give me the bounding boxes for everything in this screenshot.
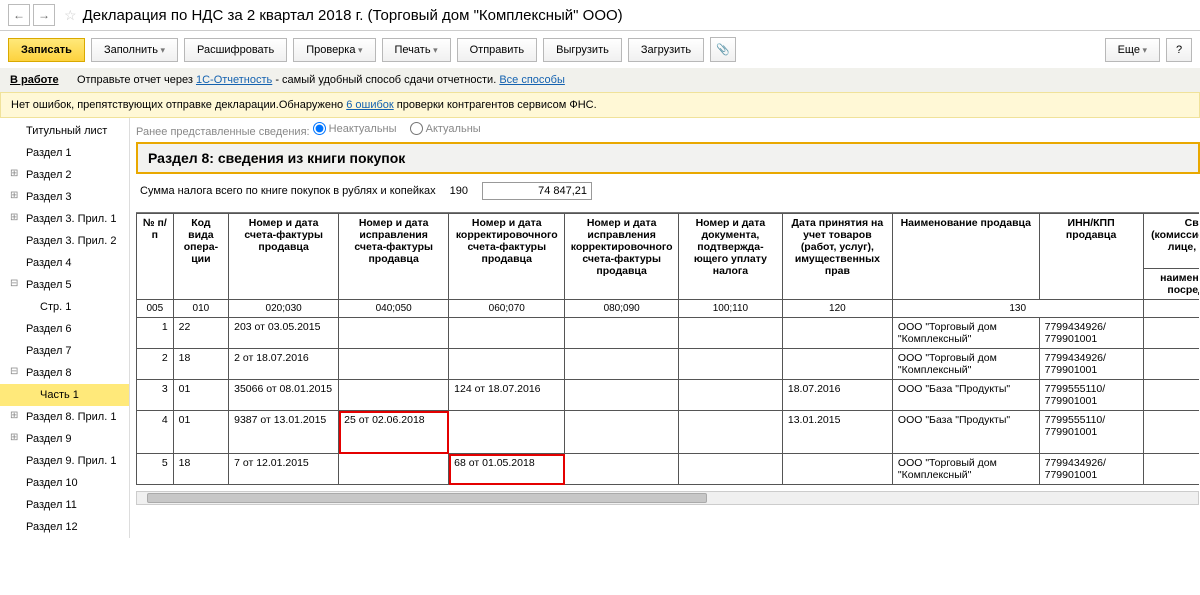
tab-label[interactable]: В работе — [10, 74, 59, 86]
sidebar-item-16[interactable]: Раздел 10 — [0, 472, 129, 494]
sidebar-item-7[interactable]: Раздел 5 — [0, 274, 129, 296]
table-row[interactable]: 30135066 от 08.01.2015124 от 18.07.20161… — [137, 380, 1200, 411]
info-strip: В работе Отправьте отчет через 1С-Отчетн… — [0, 68, 1200, 92]
sidebar-item-3[interactable]: Раздел 3 — [0, 186, 129, 208]
relevance-row: Ранее представленные сведения: Неактуаль… — [136, 122, 1200, 138]
sidebar-item-13[interactable]: Раздел 8. Прил. 1 — [0, 406, 129, 428]
horizontal-scrollbar[interactable] — [136, 491, 1199, 505]
sum-label: Сумма налога всего по книге покупок в ру… — [140, 185, 436, 197]
send-button[interactable]: Отправить — [457, 38, 538, 62]
link-all-methods[interactable]: Все способы — [499, 74, 565, 86]
print-button[interactable]: Печать — [382, 38, 451, 62]
radio-actual[interactable] — [410, 122, 423, 135]
sidebar-item-14[interactable]: Раздел 9 — [0, 428, 129, 450]
link-1c[interactable]: 1С-Отчетность — [196, 74, 272, 86]
help-button[interactable]: ? — [1166, 38, 1192, 62]
sidebar-item-15[interactable]: Раздел 9. Прил. 1 — [0, 450, 129, 472]
attach-icon[interactable]: 📎 — [710, 37, 736, 62]
table-scroll[interactable]: № п/п Код вида опера­ции Номер и дата сч… — [136, 212, 1199, 485]
sidebar-item-11[interactable]: Раздел 8 — [0, 362, 129, 384]
write-button[interactable]: Записать — [8, 38, 85, 62]
table-row[interactable]: 2182 от 18.07.2016ООО "Торговый дом "Ком… — [137, 349, 1200, 380]
nav-forward-button[interactable]: → — [33, 4, 55, 26]
sidebar-item-18[interactable]: Раздел 12 — [0, 516, 129, 538]
decode-button[interactable]: Расшифровать — [184, 38, 287, 62]
radio-not-actual[interactable] — [313, 122, 326, 135]
purchases-table: № п/п Код вида опера­ции Номер и дата сч… — [136, 213, 1199, 485]
sidebar-item-17[interactable]: Раздел 11 — [0, 494, 129, 516]
link-errors[interactable]: 6 ошибок — [346, 99, 394, 111]
sidebar-item-8[interactable]: Стр. 1 — [0, 296, 129, 318]
sidebar-item-10[interactable]: Раздел 7 — [0, 340, 129, 362]
check-button[interactable]: Проверка — [293, 38, 375, 62]
table-row[interactable]: 5187 от 12.01.201568 от 01.05.2018ООО "Т… — [137, 454, 1200, 485]
page-title: Декларация по НДС за 2 квартал 2018 г. (… — [83, 7, 623, 24]
export-button[interactable]: Выгрузить — [543, 38, 622, 62]
sidebar-item-4[interactable]: Раздел 3. Прил. 1 — [0, 208, 129, 230]
sidebar-item-6[interactable]: Раздел 4 — [0, 252, 129, 274]
sidebar-item-0[interactable]: Титульный лист — [0, 120, 129, 142]
nav-back-button[interactable]: ← — [8, 4, 30, 26]
sidebar-item-5[interactable]: Раздел 3. Прил. 2 — [0, 230, 129, 252]
sidebar-item-9[interactable]: Раздел 6 — [0, 318, 129, 340]
table-row[interactable]: 4019387 от 13.01.201525 от 02.06.201813.… — [137, 411, 1200, 454]
warning-strip: Нет ошибок, препятствующих отправке декл… — [0, 92, 1200, 118]
sidebar-item-2[interactable]: Раздел 2 — [0, 164, 129, 186]
sidebar-item-12[interactable]: Часть 1 — [0, 384, 129, 406]
sum-input[interactable] — [482, 182, 592, 200]
fill-button[interactable]: Заполнить — [91, 38, 178, 62]
more-button[interactable]: Еще — [1105, 38, 1160, 62]
sidebar-item-1[interactable]: Раздел 1 — [0, 142, 129, 164]
star-icon[interactable]: ☆ — [64, 7, 77, 24]
import-button[interactable]: Загрузить — [628, 38, 704, 62]
sum-code: 190 — [450, 185, 468, 197]
table-row[interactable]: 122203 от 03.05.2015ООО "Торговый дом "К… — [137, 318, 1200, 349]
section-header: Раздел 8: сведения из книги покупок — [136, 142, 1200, 174]
